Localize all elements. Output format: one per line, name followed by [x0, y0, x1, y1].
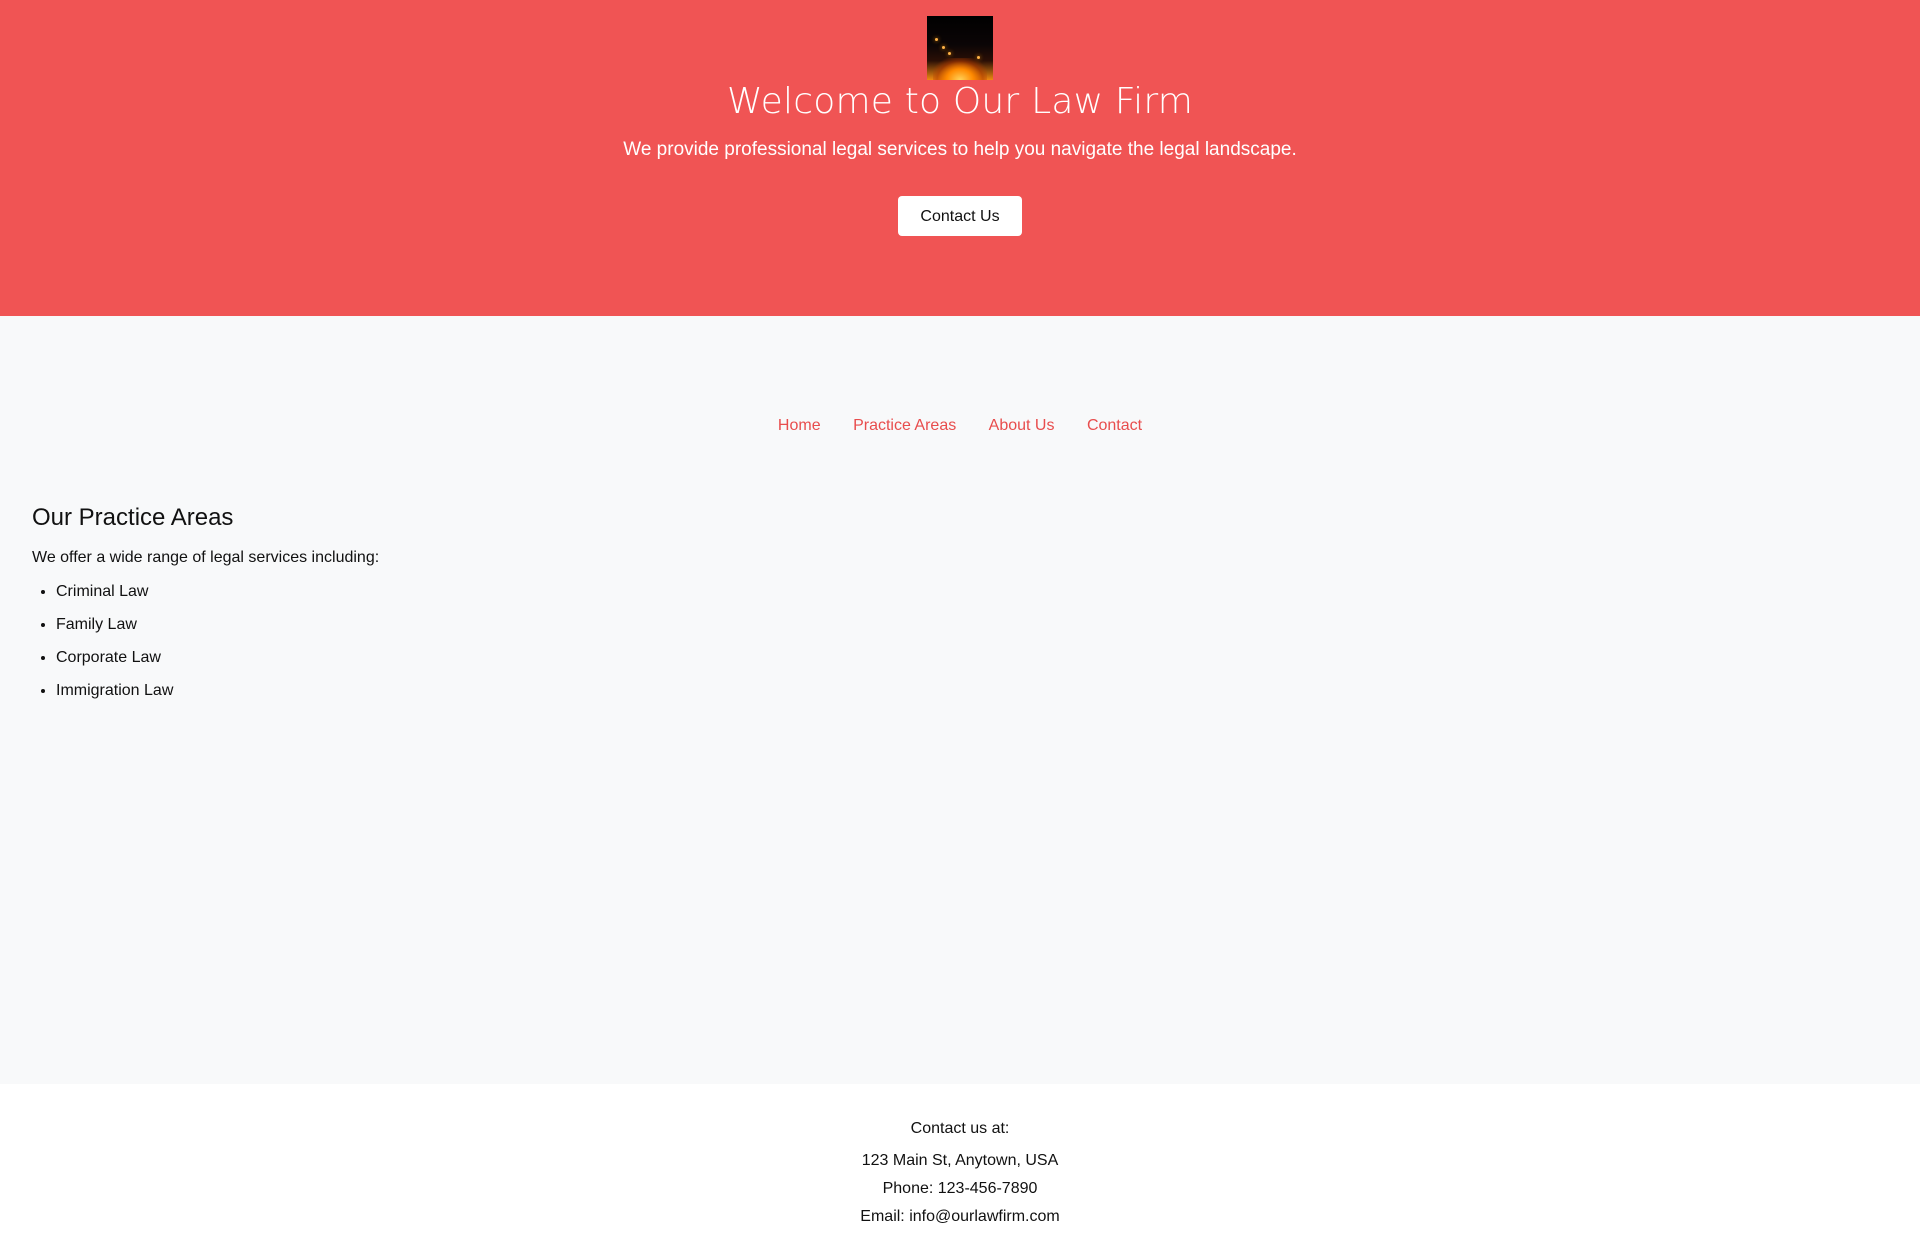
street-lamp-icon: [935, 38, 938, 41]
hero-section: Welcome to Our Law Firm We provide profe…: [0, 0, 1920, 316]
practice-list: Criminal Law Family Law Corporate Law Im…: [32, 580, 832, 703]
footer-heading: Contact us at:: [910, 1120, 1010, 1137]
hero-subtitle: We provide professional legal services t…: [623, 139, 1297, 160]
practice-heading: Our Practice Areas: [32, 504, 234, 531]
main-nav: Home Practice Areas About Us Contact: [0, 414, 1920, 438]
practice-intro: We offer a wide range of legal services …: [32, 549, 380, 566]
footer: Contact us at: 123 Main St, Anytown, USA…: [0, 1084, 1920, 1260]
nav-link-contact[interactable]: Contact: [1087, 414, 1142, 438]
contact-us-button[interactable]: Contact Us: [898, 196, 1022, 236]
hero-night-road-image: [927, 16, 993, 80]
street-lamp-icon: [942, 46, 945, 49]
road-lights: [933, 58, 987, 80]
street-lamp-icon: [948, 52, 951, 55]
footer-address: 123 Main St, Anytown, USA: [861, 1152, 1059, 1169]
list-item: Criminal Law: [56, 580, 832, 604]
nav-link-about-us[interactable]: About Us: [989, 414, 1055, 438]
list-item: Corporate Law: [56, 646, 832, 670]
footer-email: Email: info@ourlawfirm.com: [860, 1208, 1060, 1225]
nav-link-practice-areas[interactable]: Practice Areas: [853, 414, 956, 438]
practice-areas-section: Our Practice Areas We offer a wide range…: [32, 502, 832, 712]
nav-link-home[interactable]: Home: [778, 414, 821, 438]
list-item: Family Law: [56, 613, 832, 637]
list-item: Immigration Law: [56, 679, 832, 703]
footer-phone: Phone: 123-456-7890: [882, 1180, 1038, 1197]
hero-title: Welcome to Our Law Firm: [726, 81, 1194, 122]
